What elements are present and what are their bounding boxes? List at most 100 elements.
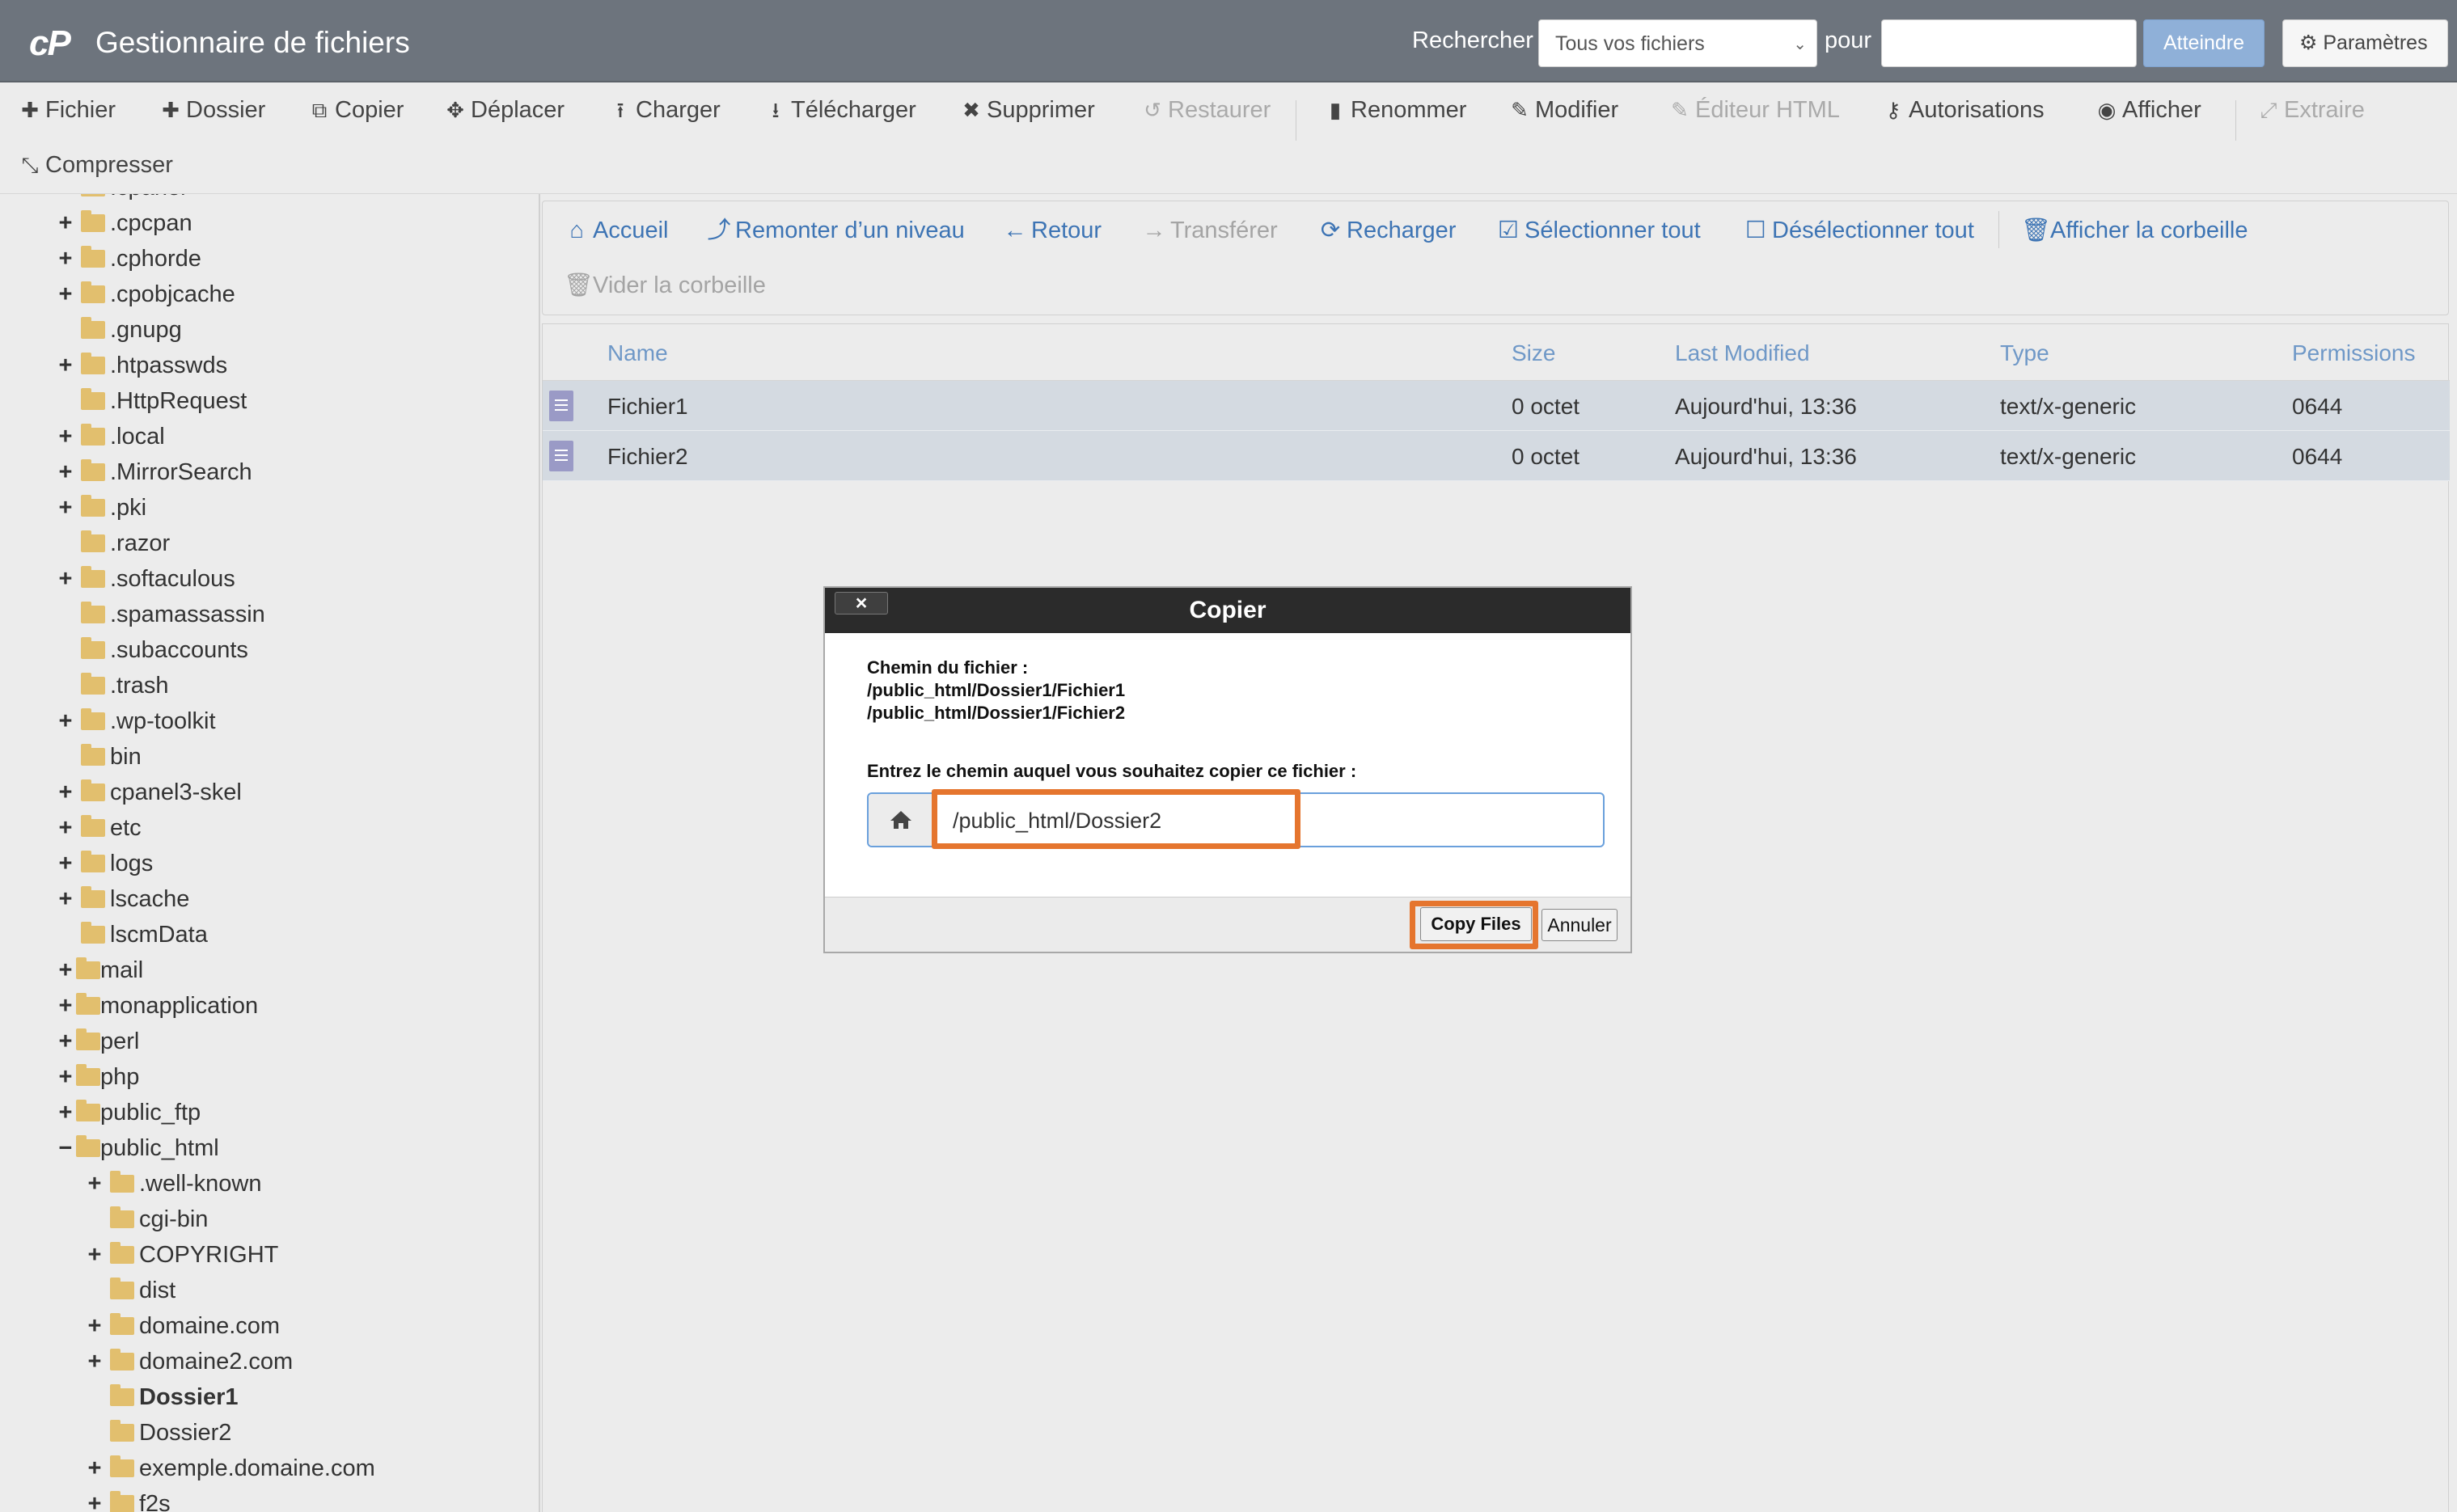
- expand-icon[interactable]: +: [57, 490, 74, 526]
- settings-button[interactable]: ⚙ Paramètres: [2282, 19, 2448, 67]
- tree-item[interactable]: + public_ftp: [57, 1095, 201, 1130]
- tree-item[interactable]: cgi-bin: [86, 1202, 208, 1237]
- expand-icon[interactable]: +: [57, 703, 74, 739]
- new-file-button[interactable]: ✚ Fichier: [18, 94, 116, 126]
- back-button[interactable]: ← Retour: [1002, 214, 1102, 247]
- expand-icon[interactable]: +: [57, 952, 74, 988]
- expand-icon[interactable]: +: [57, 810, 74, 846]
- tree-item[interactable]: lscmData: [57, 917, 208, 952]
- expand-icon[interactable]: +: [86, 1308, 104, 1344]
- copy-button[interactable]: ⧉ Copier: [307, 94, 404, 126]
- delete-button[interactable]: ✖ Supprimer: [959, 94, 1095, 126]
- tree-item[interactable]: + .wp-toolkit: [57, 703, 216, 739]
- tree-item[interactable]: + .htpasswds: [57, 348, 227, 383]
- permissions-button[interactable]: ⚷ Autorisations: [1881, 94, 2044, 126]
- tree-item[interactable]: .razor: [57, 526, 170, 561]
- tree-item[interactable]: + domaine.com: [86, 1308, 280, 1344]
- view-button[interactable]: ◉ Afficher: [2095, 94, 2201, 126]
- tree-item[interactable]: + .local: [57, 419, 165, 454]
- tree-item[interactable]: + f2s: [86, 1486, 171, 1512]
- close-button[interactable]: ×: [835, 592, 888, 615]
- tree-item[interactable]: − public_html: [57, 1130, 219, 1166]
- expand-icon[interactable]: +: [57, 1024, 74, 1059]
- up-one-level-button[interactable]: ⤴ Remonter d’un niveau: [706, 214, 964, 247]
- tree-item[interactable]: .HttpRequest: [57, 383, 247, 419]
- restore-button[interactable]: ↺ Restaurer: [1140, 94, 1271, 126]
- tree-item[interactable]: + .MirrorSearch: [57, 454, 252, 490]
- expand-icon[interactable]: +: [57, 194, 74, 205]
- expand-icon[interactable]: +: [57, 241, 74, 277]
- forward-button[interactable]: → Transférer: [1141, 214, 1278, 247]
- search-scope-select[interactable]: Tous vos fichiers ⌄: [1538, 19, 1817, 67]
- tree-item[interactable]: Dossier2: [86, 1415, 231, 1451]
- home-button[interactable]: ⌂ Accueil: [564, 214, 668, 247]
- expand-icon[interactable]: +: [86, 1486, 104, 1512]
- expand-icon[interactable]: +: [57, 419, 74, 454]
- tree-item[interactable]: + .cpobjcache: [57, 277, 235, 312]
- expand-icon[interactable]: +: [57, 205, 74, 241]
- tree-item[interactable]: + exemple.domaine.com: [86, 1451, 375, 1486]
- expand-icon[interactable]: +: [57, 881, 74, 917]
- expand-icon[interactable]: +: [57, 561, 74, 597]
- download-button[interactable]: ⭳ Télécharger: [763, 94, 916, 126]
- tree-item[interactable]: Dossier1: [86, 1379, 239, 1415]
- tree-item[interactable]: .trash: [57, 668, 169, 703]
- tree-item[interactable]: + .well-known: [86, 1166, 262, 1202]
- tree-item[interactable]: + COPYRIGHT: [86, 1237, 278, 1273]
- column-header-modified[interactable]: Last Modified: [1675, 340, 1810, 366]
- expand-icon[interactable]: +: [86, 1166, 104, 1202]
- tree-item[interactable]: + logs: [57, 846, 153, 881]
- column-header-name[interactable]: Name: [607, 340, 668, 366]
- tree-item[interactable]: + monapplication: [57, 988, 258, 1024]
- tree-item[interactable]: + lscache: [57, 881, 189, 917]
- expand-icon[interactable]: +: [57, 1059, 74, 1095]
- compress-button[interactable]: ⤡ Compresser: [18, 149, 173, 181]
- expand-icon[interactable]: +: [57, 348, 74, 383]
- tree-item[interactable]: + .softaculous: [57, 561, 235, 597]
- tree-item[interactable]: .spamassassin: [57, 597, 265, 632]
- search-input[interactable]: [1881, 19, 2137, 67]
- expand-icon[interactable]: +: [57, 454, 74, 490]
- go-button[interactable]: Atteindre: [2143, 19, 2265, 67]
- tree-item[interactable]: + mail: [57, 952, 143, 988]
- tree-item[interactable]: + cpanel3-skel: [57, 775, 242, 810]
- cancel-button[interactable]: Annuler: [1541, 909, 1618, 941]
- select-all-button[interactable]: ☑ Sélectionner tout: [1495, 214, 1701, 247]
- reload-button[interactable]: ⟳ Recharger: [1317, 214, 1457, 247]
- edit-button[interactable]: ✎ Modifier: [1508, 94, 1618, 126]
- tree-item[interactable]: + .cpanel: [57, 194, 186, 205]
- rename-button[interactable]: ▮ Renommer: [1323, 94, 1467, 126]
- show-trash-button[interactable]: 🗑Afficher la corbeille: [2021, 214, 2248, 247]
- deselect-all-button[interactable]: ☐ Désélectionner tout: [1743, 214, 1974, 247]
- expand-icon[interactable]: +: [57, 775, 74, 810]
- tree-item[interactable]: + domaine2.com: [86, 1344, 293, 1379]
- column-header-size[interactable]: Size: [1512, 340, 1555, 366]
- tree-item[interactable]: + etc: [57, 810, 142, 846]
- tree-item[interactable]: + php: [57, 1059, 139, 1095]
- expand-icon[interactable]: +: [86, 1344, 104, 1379]
- new-folder-button[interactable]: ✚ Dossier: [159, 94, 265, 126]
- tree-item[interactable]: dist: [86, 1273, 176, 1308]
- expand-icon[interactable]: +: [57, 846, 74, 881]
- tree-item[interactable]: bin: [57, 739, 142, 775]
- empty-trash-button[interactable]: 🗑Vider la corbeille: [564, 269, 766, 302]
- column-header-permissions[interactable]: Permissions: [2292, 340, 2415, 366]
- expand-icon[interactable]: +: [86, 1237, 104, 1273]
- expand-icon[interactable]: +: [86, 1451, 104, 1486]
- expand-icon[interactable]: +: [57, 988, 74, 1024]
- table-row[interactable]: Fichier1 0 octet Aujourd'hui, 13:36 text…: [543, 381, 2450, 431]
- tree-item[interactable]: + .cpcpan: [57, 205, 192, 241]
- table-row[interactable]: Fichier2 0 octet Aujourd'hui, 13:36 text…: [543, 431, 2450, 481]
- collapse-icon[interactable]: −: [57, 1130, 74, 1166]
- tree-item[interactable]: .gnupg: [57, 312, 182, 348]
- tree-item[interactable]: .subaccounts: [57, 632, 248, 668]
- upload-button[interactable]: ⭱ Charger: [608, 94, 720, 126]
- expand-icon[interactable]: +: [57, 1095, 74, 1130]
- extract-button[interactable]: ⤢ Extraire: [2256, 94, 2365, 126]
- tree-item[interactable]: + .pki: [57, 490, 146, 526]
- tree-item[interactable]: + .cphorde: [57, 241, 201, 277]
- move-button[interactable]: ✥ Déplacer: [443, 94, 565, 126]
- column-header-type[interactable]: Type: [2000, 340, 2049, 366]
- html-editor-button[interactable]: ✎ Éditeur HTML: [1668, 94, 1840, 126]
- tree-item[interactable]: + perl: [57, 1024, 139, 1059]
